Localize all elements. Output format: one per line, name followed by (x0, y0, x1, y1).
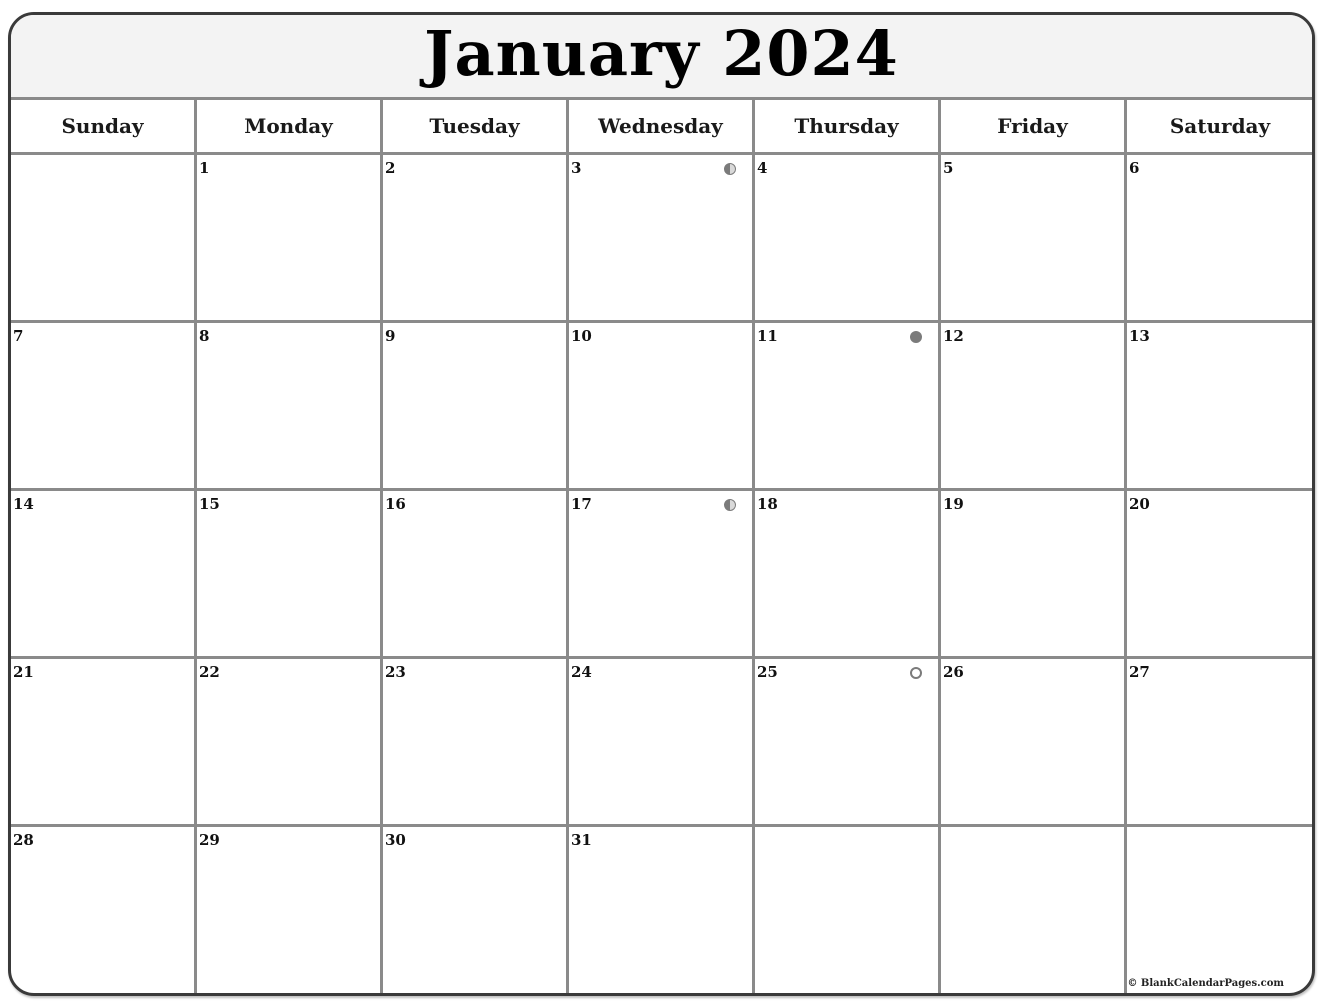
new-moon-icon (910, 331, 922, 343)
day-cell[interactable]: 8 (197, 323, 383, 488)
day-cell[interactable]: 29 (197, 827, 383, 993)
empty-day-cell (755, 827, 941, 993)
day-cell[interactable]: 6 (1127, 155, 1312, 320)
day-number: 25 (757, 663, 778, 681)
empty-day-cell (941, 827, 1127, 993)
day-cell[interactable]: 23 (383, 659, 569, 824)
day-cell[interactable]: 2 (383, 155, 569, 320)
weekday-header-thursday: Thursday (755, 100, 941, 152)
day-number: 21 (13, 663, 34, 681)
day-cell[interactable]: 10 (569, 323, 755, 488)
day-cell[interactable]: 9 (383, 323, 569, 488)
day-number: 8 (199, 327, 210, 345)
day-number: 3 (571, 159, 582, 177)
day-number: 11 (757, 327, 778, 345)
weekday-header-friday: Friday (941, 100, 1127, 152)
day-number: 9 (385, 327, 396, 345)
week-row: 21 22 23 24 25 26 27 (11, 659, 1312, 827)
day-cell[interactable]: 24 (569, 659, 755, 824)
day-cell[interactable]: 15 (197, 491, 383, 656)
day-number: 20 (1129, 495, 1150, 513)
week-row: 1 2 3 4 5 6 (11, 155, 1312, 323)
day-cell[interactable]: 4 (755, 155, 941, 320)
day-number: 19 (943, 495, 964, 513)
day-cell[interactable]: 18 (755, 491, 941, 656)
day-cell[interactable]: 7 (11, 323, 197, 488)
first-quarter-moon-icon (724, 499, 736, 511)
day-number: 13 (1129, 327, 1150, 345)
weekday-header-saturday: Saturday (1169, 114, 1271, 138)
day-number: 18 (757, 495, 778, 513)
weekday-header-monday: Monday (197, 100, 383, 152)
day-cell[interactable]: 22 (197, 659, 383, 824)
day-number: 16 (385, 495, 406, 513)
day-number: 17 (571, 495, 592, 513)
day-number: 30 (385, 831, 406, 849)
day-number: 24 (571, 663, 592, 681)
day-cell[interactable]: 11 (755, 323, 941, 488)
day-cell[interactable]: 25 (755, 659, 941, 824)
day-number: 12 (943, 327, 964, 345)
weekday-header-wednesday: Wednesday (569, 100, 755, 152)
day-number: 10 (571, 327, 592, 345)
calendar-title: January 2024 (424, 16, 899, 90)
day-number: 23 (385, 663, 406, 681)
day-cell[interactable]: 19 (941, 491, 1127, 656)
day-cell[interactable]: 16 (383, 491, 569, 656)
weekday-header-tuesday: Tuesday (383, 100, 569, 152)
day-cell[interactable]: 1 (197, 155, 383, 320)
day-number: 14 (13, 495, 34, 513)
day-cell[interactable]: 30 (383, 827, 569, 993)
day-number: 31 (571, 831, 592, 849)
day-number: 27 (1129, 663, 1150, 681)
day-cell[interactable]: 28 (11, 827, 197, 993)
week-row: 14 15 16 17 18 19 20 (11, 491, 1312, 659)
day-number: 28 (13, 831, 34, 849)
day-cell[interactable]: 12 (941, 323, 1127, 488)
day-cell[interactable]: 20 (1127, 491, 1312, 656)
day-cell[interactable]: 31 (569, 827, 755, 993)
empty-day-cell (1127, 827, 1312, 993)
day-number: 15 (199, 495, 220, 513)
day-number: 6 (1129, 159, 1140, 177)
day-number: 2 (385, 159, 396, 177)
day-cell[interactable]: 5 (941, 155, 1127, 320)
weekday-header-row: Sunday Monday Tuesday Wednesday Thursday… (11, 100, 1312, 155)
day-number: 4 (757, 159, 768, 177)
day-cell[interactable]: 17 (569, 491, 755, 656)
last-quarter-moon-icon (724, 163, 736, 175)
day-cell[interactable]: 3 (569, 155, 755, 320)
day-number: 7 (13, 327, 24, 345)
day-cell[interactable]: 14 (11, 491, 197, 656)
day-cell[interactable]: 27 (1127, 659, 1312, 824)
calendar-grid: 1 2 3 4 5 6 7 8 9 10 11 12 13 14 15 16 17 18 19 20 21 22 23 24 2… (11, 155, 1312, 993)
day-number: 29 (199, 831, 220, 849)
full-moon-icon (910, 667, 922, 679)
day-cell[interactable]: 13 (1127, 323, 1312, 488)
empty-day-cell (11, 155, 197, 320)
weekday-header-sunday: Sunday (11, 100, 197, 152)
title-band: January 2024 (11, 15, 1312, 100)
day-cell[interactable]: 21 (11, 659, 197, 824)
day-number: 1 (199, 159, 210, 177)
day-number: 26 (943, 663, 964, 681)
week-row: 7 8 9 10 11 12 13 (11, 323, 1312, 491)
week-row: 28 29 30 31 (11, 827, 1312, 993)
day-number: 5 (943, 159, 954, 177)
copyright-text: © BlankCalendarPages.com (1127, 978, 1284, 989)
day-number: 22 (199, 663, 220, 681)
day-cell[interactable]: 26 (941, 659, 1127, 824)
calendar-frame: January 2024 Sunday Monday Tuesday Wedne… (8, 12, 1315, 996)
